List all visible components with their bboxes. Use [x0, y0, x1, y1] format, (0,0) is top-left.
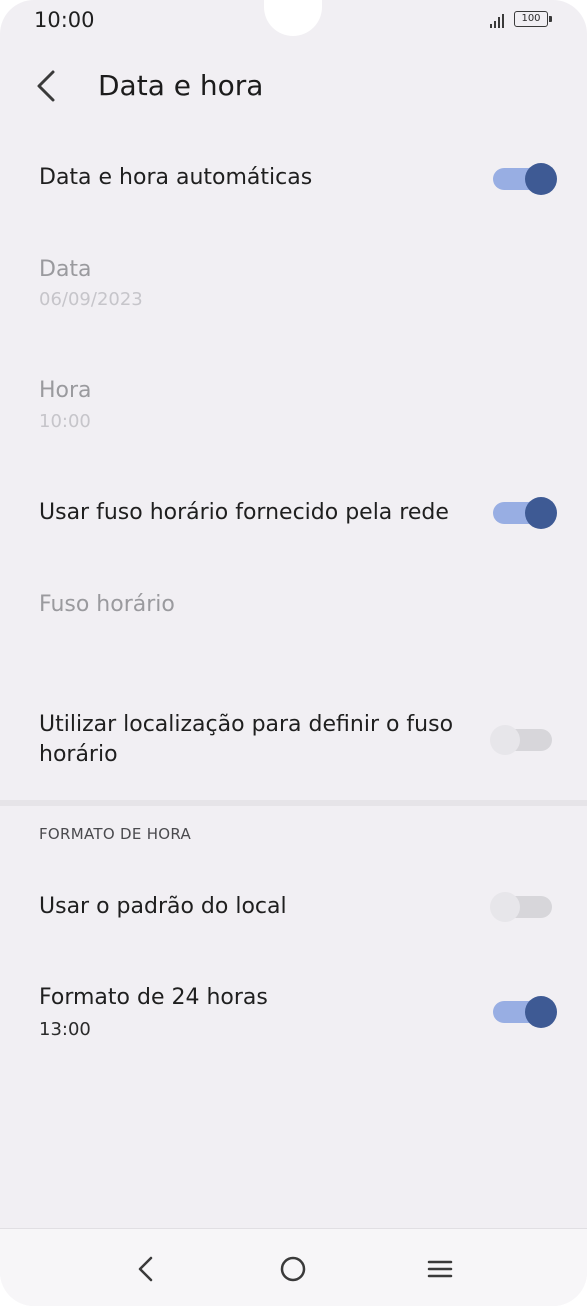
- auto-datetime-label: Data e hora automáticas: [39, 165, 313, 190]
- toggle-thumb: [490, 725, 520, 755]
- battery-icon: 100: [514, 11, 554, 29]
- location-timezone-label-line1: Utilizar localização para definir o fuso: [39, 712, 454, 737]
- signal-icon: [490, 14, 504, 28]
- location-timezone-toggle[interactable]: [490, 722, 558, 758]
- auto-datetime-row[interactable]: Data e hora automáticas: [0, 145, 587, 215]
- format-24h-label: Formato de 24 horas: [39, 985, 268, 1010]
- timezone-row: Fuso horário: [0, 575, 587, 645]
- locale-default-toggle[interactable]: [490, 889, 558, 925]
- time-row: Hora 10:00: [0, 362, 587, 452]
- nav-back-icon: [138, 1256, 153, 1282]
- navigation-bar: [0, 1228, 587, 1306]
- network-timezone-row[interactable]: Usar fuso horário fornecido pela rede: [0, 480, 587, 550]
- status-bar: 10:00 100: [0, 0, 587, 44]
- auto-datetime-toggle[interactable]: [490, 161, 558, 197]
- toggle-thumb: [525, 996, 557, 1028]
- format-24h-value: 13:00: [39, 1019, 91, 1040]
- location-timezone-row[interactable]: Utilizar localização para definir o fuso…: [0, 700, 587, 780]
- status-time: 10:00: [34, 8, 95, 32]
- locale-default-label: Usar o padrão do local: [39, 894, 287, 919]
- nav-back-button[interactable]: [124, 1247, 168, 1291]
- battery-level: 100: [514, 11, 548, 27]
- date-value: 06/09/2023: [39, 289, 143, 310]
- back-button[interactable]: [26, 64, 66, 108]
- toggle-thumb: [525, 497, 557, 529]
- locale-default-row[interactable]: Usar o padrão do local: [0, 872, 587, 942]
- nav-menu-button[interactable]: [418, 1247, 462, 1291]
- back-arrow-icon: [37, 70, 55, 102]
- toggle-thumb: [490, 892, 520, 922]
- network-timezone-label: Usar fuso horário fornecido pela rede: [39, 500, 449, 525]
- network-timezone-toggle[interactable]: [490, 495, 558, 531]
- toggle-thumb: [525, 163, 557, 195]
- phone-screen: 10:00 100 Data e hora Data e hora automá…: [0, 0, 587, 1306]
- page-title: Data e hora: [98, 69, 264, 102]
- format-24h-row[interactable]: Formato de 24 horas 13:00: [0, 968, 587, 1058]
- location-timezone-label-line2: horário: [39, 742, 118, 767]
- battery-tip: [549, 16, 552, 22]
- time-value: 10:00: [39, 411, 91, 432]
- format-24h-toggle[interactable]: [490, 994, 558, 1030]
- date-label: Data: [39, 257, 92, 282]
- nav-home-icon: [280, 1256, 306, 1282]
- timezone-label: Fuso horário: [39, 592, 175, 617]
- app-bar: Data e hora: [0, 56, 587, 116]
- time-format-header: FORMATO DE HORA: [39, 825, 192, 843]
- camera-notch: [264, 0, 322, 36]
- time-label: Hora: [39, 378, 92, 403]
- nav-menu-icon: [427, 1260, 453, 1278]
- date-row: Data 06/09/2023: [0, 240, 587, 330]
- section-divider: [0, 800, 587, 806]
- nav-home-button[interactable]: [271, 1247, 315, 1291]
